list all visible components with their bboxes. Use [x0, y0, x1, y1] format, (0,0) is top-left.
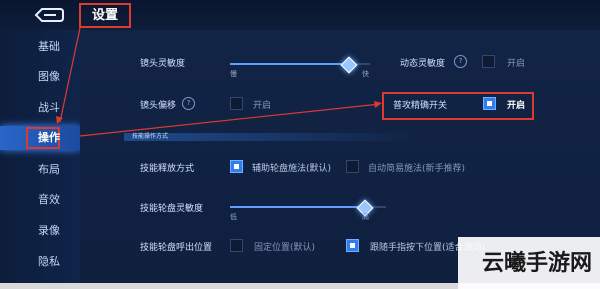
sidebar-item-label: 基础 [38, 40, 60, 53]
page-title: 设置 [79, 3, 131, 28]
camera-offset-option: 开启 [253, 101, 272, 111]
sidebar-item-label: 录像 [38, 224, 60, 237]
camera-offset-label: 镜头偏移 [140, 101, 177, 111]
skill-release-option2: 自动简易施法(新手推荐) [368, 164, 466, 174]
precise-attack-label: 普攻精确开关 [393, 101, 448, 111]
sidebar-item-basic[interactable]: 基础 [0, 35, 80, 59]
precise-attack-option: 开启 [507, 101, 526, 111]
camera-sensitivity-label: 镜头灵敏度 [140, 59, 186, 69]
sidebar-item-replay[interactable]: 录像 [0, 219, 80, 243]
skill-wheel-sensitivity-min: 低 [230, 213, 237, 221]
skill-release-option1: 辅助轮盘施法(默认) [252, 164, 332, 174]
sidebar-item-label: 图像 [38, 70, 60, 83]
dynamic-sensitivity-label: 动态灵敏度 [400, 59, 446, 69]
info-icon[interactable]: ? [454, 55, 467, 68]
sidebar-item-graphics[interactable]: 图像 [0, 65, 80, 89]
skill-release-option1-checkbox[interactable] [230, 160, 243, 173]
info-icon[interactable]: ? [182, 97, 195, 110]
section-title: 技能操作方式 [132, 133, 169, 140]
skill-wheel-position-option1-checkbox[interactable] [230, 239, 243, 252]
watermark: 云曦手游网 [458, 237, 600, 289]
slider-fill [230, 63, 348, 65]
sidebar-item-controls[interactable]: 操作 [0, 126, 80, 150]
sidebar-item-label: 战斗 [38, 101, 60, 114]
slider-thumb[interactable] [340, 56, 358, 74]
sidebar-item-sound[interactable]: 音效 [0, 188, 80, 212]
sidebar-item-label: 音效 [38, 193, 60, 206]
sidebar-item-battle[interactable]: 战斗 [0, 96, 80, 120]
sidebar-item-label: 操作 [38, 131, 60, 144]
skill-wheel-position-option1: 固定位置(默认) [254, 243, 316, 253]
skill-wheel-position-option2-checkbox[interactable] [346, 239, 359, 252]
sidebar-item-layout[interactable]: 布局 [0, 158, 80, 182]
skill-wheel-sensitivity-label: 技能轮盘灵敏度 [140, 204, 204, 214]
skill-release-option2-checkbox[interactable] [346, 160, 359, 173]
skill-wheel-sensitivity-slider[interactable] [230, 199, 386, 217]
top-bar: 设置 [0, 0, 600, 30]
back-icon[interactable] [30, 6, 64, 24]
skill-wheel-sensitivity-max: 高 [362, 213, 369, 221]
dynamic-sensitivity-option: 开启 [507, 59, 526, 69]
skill-wheel-position-label: 技能轮盘呼出位置 [140, 243, 213, 253]
sidebar-item-label: 隐私 [38, 255, 60, 268]
camera-sensitivity-slider[interactable] [230, 56, 370, 74]
slider-fill [230, 206, 365, 208]
precise-attack-checkbox[interactable] [483, 97, 496, 110]
camera-sensitivity-max: 快 [362, 70, 369, 78]
camera-offset-checkbox[interactable] [230, 97, 243, 110]
section-divider [124, 133, 424, 141]
watermark-text: 云曦手游网 [481, 250, 592, 276]
dynamic-sensitivity-checkbox[interactable] [482, 55, 495, 68]
sidebar-item-label: 布局 [38, 163, 60, 176]
camera-sensitivity-min: 慢 [230, 70, 237, 78]
sidebar: 基础 图像 战斗 操作 布局 音效 录像 隐私 [0, 30, 80, 289]
sidebar-item-privacy[interactable]: 隐私 [0, 250, 80, 274]
skill-release-label: 技能释放方式 [140, 164, 195, 174]
